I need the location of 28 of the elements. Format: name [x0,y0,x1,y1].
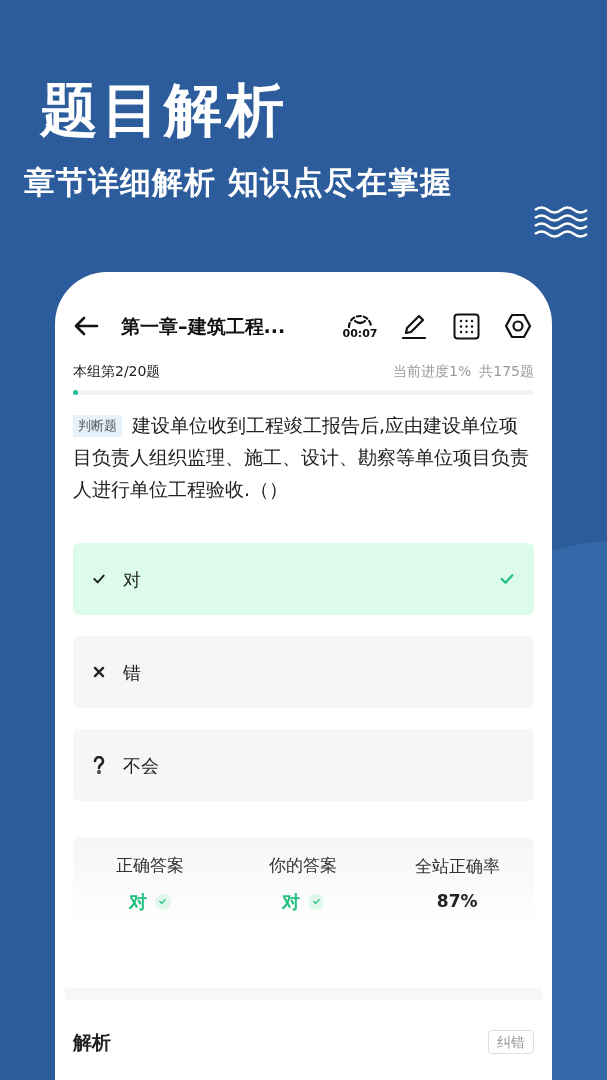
answer-option[interactable]: 对 [73,543,534,615]
question-type-tag: 判断题 [73,415,122,437]
smiley-dial-icon [346,312,374,328]
timer-button[interactable]: 00:07 [340,312,380,340]
chapter-title: 第一章–建筑工程... [121,313,286,339]
stat-title: 全站正确率 [414,854,500,878]
back-arrow-icon [73,315,99,337]
stat-title: 正确答案 [115,853,184,877]
analysis-title: 解析 [73,1030,111,1055]
stat-title: 你的答案 [269,853,338,877]
total-count: 共175题 [479,362,534,381]
subheadline: 章节详细解析 知识点尽在掌握 [24,163,452,202]
answer-option[interactable]: 错 [73,636,534,708]
stat-value: 对 [128,890,147,915]
question-text: 判断题 建设单位收到工程竣工报告后,应由建设单位项目负责人组织监理、施工、设计、勘察等单位项目负责人进行单位工程验收.（） [73,413,530,502]
wave-icon [533,206,589,238]
settings-icon [504,312,532,340]
option-label: 错 [123,660,141,685]
cross-icon [92,665,106,679]
pencil-icon [400,312,428,340]
stat-value: 对 [282,890,301,915]
answer-option[interactable]: 不会 [73,729,534,801]
stat-value: 87% [436,890,478,913]
option-label: 对 [123,567,141,592]
headline: 题目解析 [40,75,288,146]
grid-icon [452,312,480,340]
question-icon [93,756,105,774]
option-label: 不会 [123,753,159,778]
